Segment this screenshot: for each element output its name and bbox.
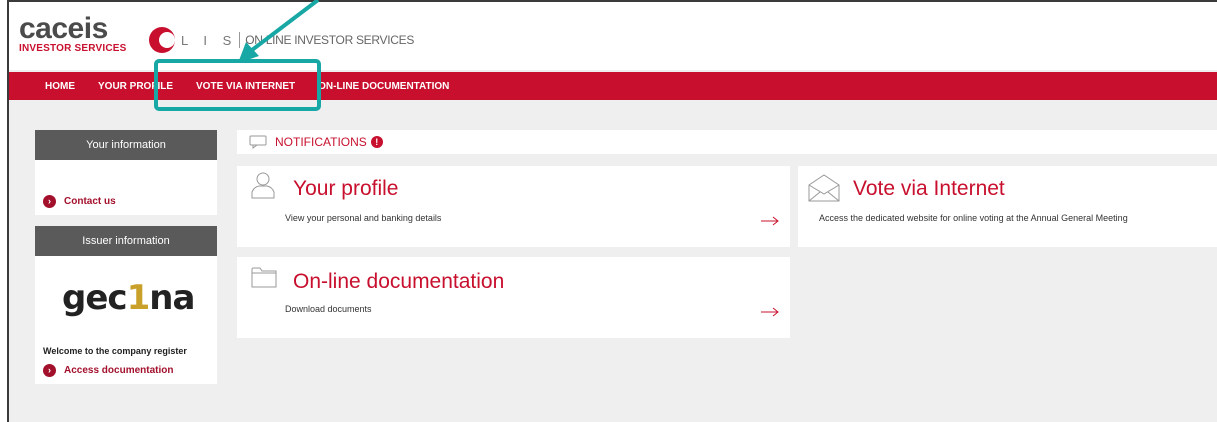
annotation-arrow-icon xyxy=(238,0,320,63)
